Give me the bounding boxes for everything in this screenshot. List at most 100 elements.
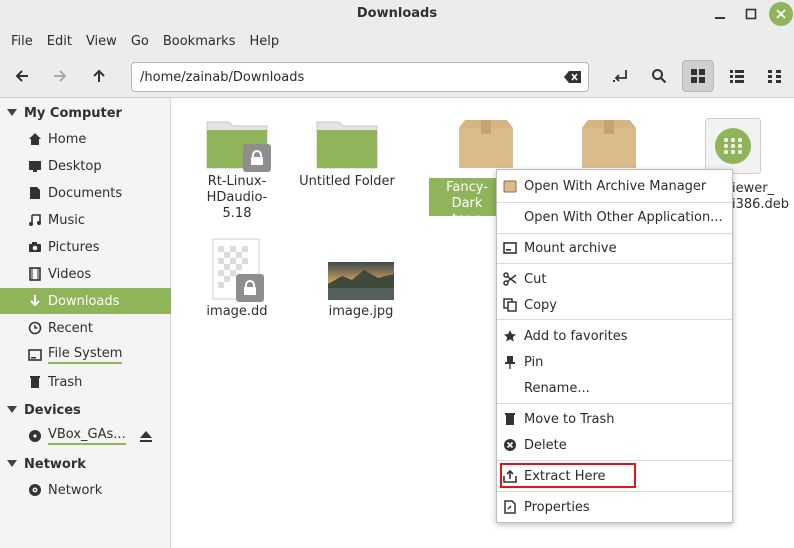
- expanded-triangle-icon: [0, 460, 24, 468]
- menu-file[interactable]: File: [4, 34, 40, 49]
- pin-icon: [503, 354, 524, 370]
- file-item[interactable]: Untitled Folder: [292, 118, 402, 190]
- sidebar-item-home[interactable]: Home: [0, 126, 171, 152]
- window-title: Downloads: [356, 6, 438, 21]
- sidebar-item-downloads[interactable]: Downloads: [0, 288, 171, 314]
- menu-item-open-other-app[interactable]: Open With Other Application...: [497, 204, 732, 230]
- sidebar-item-pictures[interactable]: Pictures: [0, 234, 171, 260]
- file-item-selected[interactable]: [429, 118, 513, 170]
- deb-package-icon[interactable]: [705, 118, 761, 174]
- arrow-right-icon: [54, 70, 67, 82]
- expanded-triangle-icon: [0, 109, 24, 117]
- menu-edit[interactable]: Edit: [40, 34, 79, 49]
- menu-separator: [497, 319, 732, 320]
- menu-separator: [497, 202, 732, 203]
- section-network[interactable]: Network: [0, 451, 171, 477]
- folder-icon: [205, 118, 271, 172]
- menu-separator: [497, 263, 732, 264]
- location-bar[interactable]: /home/zainab/Downloads: [131, 62, 589, 92]
- menu-item-open-archive-manager[interactable]: Open With Archive Manager: [497, 173, 732, 199]
- sidebar-item-documents[interactable]: Documents: [0, 180, 171, 206]
- network-icon: [28, 482, 48, 498]
- menu-item-copy[interactable]: Copy: [497, 292, 732, 318]
- menu-bookmarks[interactable]: Bookmarks: [156, 34, 243, 49]
- sidebar-item-label: File System: [48, 346, 123, 364]
- close-icon: [776, 9, 786, 19]
- sidebar-item-file-system[interactable]: File System: [0, 342, 171, 368]
- menu-go[interactable]: Go: [124, 34, 156, 49]
- toolbar: /home/zainab/Downloads: [0, 54, 794, 98]
- section-label: Devices: [24, 402, 81, 418]
- menu-item-rename[interactable]: Rename...: [497, 375, 732, 401]
- clock-icon: [28, 320, 48, 336]
- sidebar-item-label: Home: [48, 131, 87, 147]
- section-my-computer[interactable]: My Computer: [0, 100, 171, 126]
- toggle-location-button[interactable]: [605, 60, 637, 92]
- sidebar-item-label: Videos: [48, 266, 92, 282]
- menu-view[interactable]: View: [79, 34, 124, 49]
- file-item[interactable]: Rt-Linux-HDaudio- 5.18: [182, 118, 292, 222]
- maximize-button[interactable]: [740, 3, 762, 25]
- file-item[interactable]: image.dd: [182, 238, 292, 320]
- compact-view-button[interactable]: [759, 60, 791, 92]
- sidebar: My Computer Home Desktop Documents Music…: [0, 98, 171, 548]
- title-bar: Downloads: [0, 0, 794, 28]
- menu-item-move-to-trash[interactable]: Move to Trash: [497, 406, 732, 432]
- eject-icon[interactable]: [139, 429, 153, 447]
- search-button[interactable]: [643, 60, 675, 92]
- scissors-icon: [503, 271, 524, 287]
- camera-icon: [28, 239, 48, 255]
- disc-icon: [28, 428, 48, 444]
- file-name: Rt-Linux-HDaudio- 5.18: [206, 174, 268, 221]
- home-icon: [28, 131, 48, 147]
- menu-separator: [497, 460, 732, 461]
- sidebar-item-vbox[interactable]: VBox_GAs...: [0, 423, 171, 449]
- download-icon: [28, 293, 48, 309]
- menu-item-pin[interactable]: Pin: [497, 349, 732, 375]
- file-item[interactable]: image.jpg: [306, 238, 416, 320]
- file-name: Untitled Folder: [299, 174, 395, 189]
- sidebar-item-videos[interactable]: Videos: [0, 261, 171, 287]
- compact-list-icon: [768, 70, 781, 83]
- sidebar-item-recent[interactable]: Recent: [0, 315, 171, 341]
- up-button[interactable]: [83, 60, 115, 92]
- clear-location-icon[interactable]: [564, 70, 582, 88]
- menu-item-cut[interactable]: Cut: [497, 266, 732, 292]
- menu-item-mount-archive[interactable]: Mount archive: [497, 235, 732, 261]
- menu-item-add-to-favorites[interactable]: Add to favorites: [497, 323, 732, 349]
- delete-icon: [503, 437, 524, 453]
- file-item[interactable]: [552, 118, 636, 170]
- section-devices[interactable]: Devices: [0, 397, 171, 423]
- section-label: Network: [24, 456, 86, 472]
- sidebar-item-label: Documents: [48, 185, 123, 201]
- sidebar-item-music[interactable]: Music: [0, 207, 171, 233]
- back-button[interactable]: [6, 60, 38, 92]
- section-label: My Computer: [24, 105, 122, 121]
- sidebar-item-network[interactable]: Network: [0, 477, 171, 503]
- location-path[interactable]: /home/zainab/Downloads: [140, 70, 304, 85]
- menu-item-delete[interactable]: Delete: [497, 432, 732, 458]
- arrow-up-icon: [93, 69, 105, 82]
- icon-view-button[interactable]: [682, 60, 714, 92]
- close-button[interactable]: [769, 2, 793, 26]
- sidebar-item-desktop[interactable]: Desktop: [0, 153, 171, 179]
- desktop-icon: [28, 158, 48, 174]
- drive-icon: [503, 240, 524, 256]
- archive-icon: [457, 118, 515, 170]
- sidebar-item-trash[interactable]: Trash: [0, 369, 171, 395]
- image-file-icon: [212, 238, 264, 302]
- grid-icon: [691, 69, 705, 83]
- menu-help[interactable]: Help: [242, 34, 286, 49]
- menu-item-properties[interactable]: Properties: [497, 494, 732, 520]
- menu-bar: File Edit View Go Bookmarks Help: [0, 28, 794, 54]
- copy-icon: [503, 297, 524, 313]
- list-view-button[interactable]: [721, 60, 753, 92]
- star-plus-icon: [503, 328, 524, 344]
- expanded-triangle-icon: [0, 406, 24, 414]
- forward-button[interactable]: [44, 60, 76, 92]
- sidebar-item-label: Network: [48, 482, 103, 498]
- photo-thumbnail: [328, 262, 394, 300]
- highlight-box: [500, 463, 636, 488]
- menu-separator: [497, 403, 732, 404]
- minimize-button[interactable]: [709, 3, 731, 25]
